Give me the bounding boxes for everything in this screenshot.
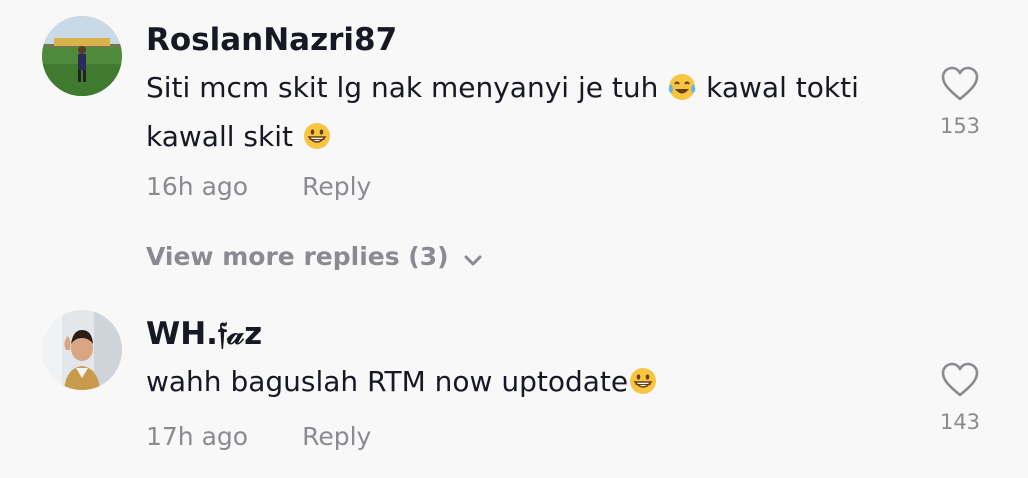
like-control: 153 — [930, 66, 990, 138]
comment-text: wahh baguslah RTM now uptodate — [146, 360, 906, 409]
comment-text-part: Siti mcm skit lg nak menyanyi je tuh — [146, 71, 668, 104]
comment-text: Siti mcm skit lg nak menyanyi je tuh kaw… — [146, 66, 906, 164]
heart-icon[interactable] — [941, 66, 979, 102]
timestamp: 17h ago — [146, 422, 249, 451]
view-more-replies-button[interactable]: View more replies (3) — [146, 242, 483, 273]
avatar[interactable] — [42, 16, 122, 96]
chevron-down-icon — [463, 244, 483, 273]
tears-of-joy-emoji — [667, 71, 697, 115]
username[interactable]: WH.𝔣𝒶z — [146, 316, 262, 353]
heart-icon[interactable] — [941, 362, 979, 398]
username[interactable]: RoslanNazri87 — [146, 22, 397, 58]
like-count: 153 — [939, 114, 981, 138]
comment-meta: 16h ago Reply — [146, 172, 371, 201]
grinning-emoji — [628, 365, 658, 409]
comment-meta: 17h ago Reply — [146, 422, 371, 451]
comment-text-part: wahh baguslah RTM now uptodate — [146, 365, 629, 398]
comments-panel: RoslanNazri87 Siti mcm skit lg nak menya… — [0, 0, 1028, 478]
grinning-emoji — [302, 120, 332, 164]
like-count: 143 — [939, 410, 981, 434]
reply-button[interactable]: Reply — [302, 422, 371, 451]
timestamp: 16h ago — [146, 172, 249, 201]
like-control: 143 — [930, 362, 990, 434]
reply-button[interactable]: Reply — [302, 172, 371, 201]
view-more-replies-label: View more replies (3) — [146, 242, 449, 271]
avatar[interactable] — [42, 310, 122, 390]
